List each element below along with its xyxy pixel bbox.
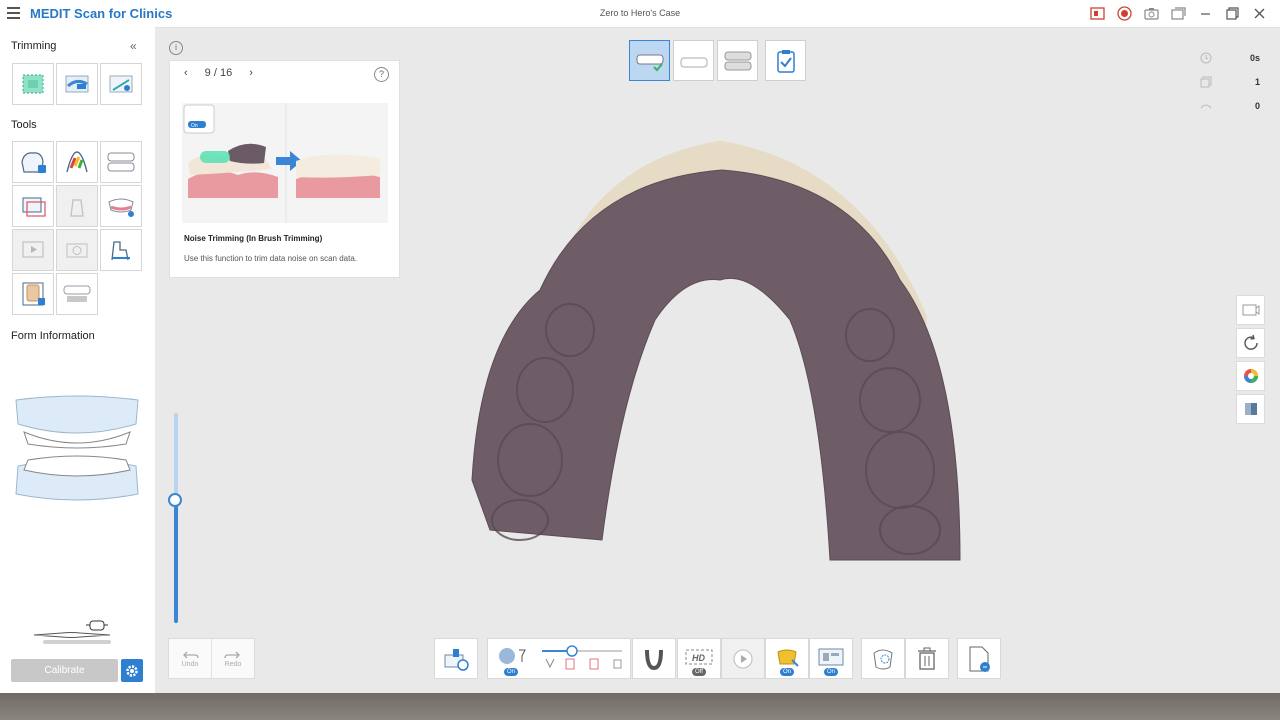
replay-button — [12, 229, 54, 271]
abutment-button — [56, 185, 98, 227]
ai-scan-tool[interactable]: On — [765, 638, 809, 679]
tab-lower-jaw[interactable] — [673, 40, 714, 81]
trim-size-slider-fill — [174, 501, 178, 623]
guide-description: Use this function to trim data noise on … — [184, 254, 357, 263]
svg-text:On: On — [191, 123, 198, 129]
scan-stage-tabs — [629, 40, 806, 81]
minimize-icon[interactable] — [1197, 5, 1214, 22]
auto-tool[interactable]: On — [809, 638, 853, 679]
lasso-trim-button[interactable] — [12, 63, 54, 105]
teeth-library-button[interactable] — [56, 273, 98, 315]
scan-body-button[interactable] — [12, 273, 54, 315]
scan-stats: 0s 1 0 — [1200, 46, 1260, 118]
arch-icon — [645, 649, 663, 670]
scanner-status-bar — [43, 640, 111, 644]
scan-filter-tool[interactable] — [434, 638, 478, 679]
calibrate-button[interactable]: Calibrate — [11, 659, 118, 682]
trimming-title: Trimming — [11, 40, 57, 52]
guide-panel: ‹ 9 / 16 › ? On Noise Trimming (In Brush… — [169, 60, 400, 278]
frame-count-icon — [1200, 104, 1212, 109]
prev-page-icon[interactable]: ‹ — [184, 67, 188, 79]
undo-button[interactable]: Undo — [169, 639, 211, 678]
brush-trim-button[interactable] — [56, 63, 98, 105]
restore-icon[interactable] — [1224, 5, 1241, 22]
next-page-icon[interactable]: › — [249, 67, 253, 79]
frame-count: 0 — [1254, 101, 1260, 111]
tab-upper-jaw[interactable] — [629, 40, 670, 81]
tab-review[interactable] — [765, 40, 806, 81]
play-icon — [733, 649, 753, 668]
margin-line-button[interactable] — [100, 229, 142, 271]
noise-trimming-illustration: On — [182, 103, 388, 223]
clock-icon — [1200, 52, 1212, 64]
occlusion-button[interactable] — [100, 141, 142, 183]
hd-icon: HD — [685, 649, 713, 664]
color-display-icon[interactable] — [1236, 361, 1265, 391]
filter-level-slider[interactable] — [536, 639, 628, 679]
left-sidebar: Trimming « Tools Form Information Calibr… — [0, 27, 155, 693]
guide-page-counter: 9 / 16 — [204, 67, 233, 79]
arch-tool[interactable] — [632, 638, 676, 679]
filter-tool-group: On — [487, 638, 631, 679]
undo-redo-group: Undo Redo — [168, 638, 255, 679]
settings-gear-icon[interactable] — [121, 659, 143, 682]
compare-button[interactable] — [12, 185, 54, 227]
pip-icon[interactable] — [1089, 5, 1106, 22]
soft-tissue-filter-button[interactable]: On — [490, 639, 532, 679]
layout-icon[interactable] — [1170, 5, 1187, 22]
screenshot-icon[interactable] — [1143, 5, 1160, 22]
play-tool — [721, 638, 765, 679]
redo-button[interactable]: Redo — [211, 639, 254, 678]
view-tools — [1236, 295, 1265, 424]
scan-filter-icon — [444, 648, 469, 671]
collapse-sidebar-icon[interactable]: « — [130, 39, 137, 53]
case-title: Zero to Hero's Case — [599, 8, 681, 18]
scan-time: 0s — [1249, 53, 1260, 63]
trim-size-slider-knob[interactable] — [168, 493, 182, 507]
title-bar: MEDIT Scan for Clinics Zero to Hero's Ca… — [0, 0, 1280, 28]
tooth-analysis-tool[interactable] — [861, 638, 905, 679]
help-icon[interactable]: ? — [374, 67, 389, 82]
close-icon[interactable] — [1251, 5, 1268, 22]
tab-occlusion[interactable] — [717, 40, 758, 81]
data-count: 1 — [1254, 77, 1260, 87]
svg-text:HD: HD — [692, 653, 705, 663]
export-tool[interactable] — [957, 638, 1001, 679]
upper-lower-arch-image — [15, 395, 139, 501]
tools-title: Tools — [11, 119, 37, 131]
texture-mode-icon[interactable] — [1236, 394, 1265, 424]
capture-button — [56, 229, 98, 271]
reliability-map-button[interactable] — [56, 141, 98, 183]
plane-trim-button[interactable] — [100, 63, 142, 105]
os-taskbar — [0, 693, 1280, 720]
info-icon[interactable]: i — [169, 41, 183, 55]
form-information-title: Form Information — [11, 330, 95, 342]
data-count-icon — [1200, 76, 1212, 88]
hd-mode-tool[interactable]: HD Off — [677, 638, 721, 679]
document-export-icon — [969, 646, 990, 672]
reset-view-icon[interactable] — [1236, 328, 1265, 358]
3d-scan-model[interactable] — [460, 140, 980, 580]
lock-area-button[interactable] — [12, 141, 54, 183]
camera-view-icon[interactable] — [1236, 295, 1265, 325]
tooth-analysis-icon — [873, 649, 893, 669]
trash-icon — [918, 647, 936, 670]
arch-fill-button[interactable] — [100, 185, 142, 227]
record-icon[interactable] — [1116, 5, 1133, 22]
guide-title: Noise Trimming (In Brush Trimming) — [184, 234, 323, 243]
delete-tool[interactable] — [905, 638, 949, 679]
